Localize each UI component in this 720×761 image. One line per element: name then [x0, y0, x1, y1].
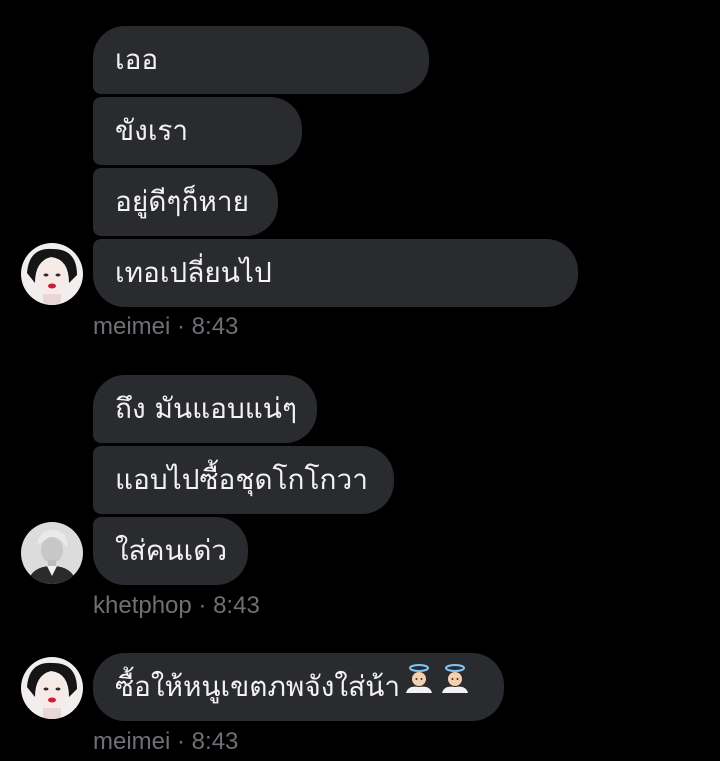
message-bubble[interactable]: ขังเรา — [93, 97, 302, 165]
message-text: ใส่คนเด่ว — [115, 534, 228, 567]
message-text: เทอเปลี่ยนไป — [115, 256, 272, 289]
angel-emoji-icon — [402, 654, 436, 722]
message-bubble[interactable]: เออ — [93, 26, 429, 94]
avatar-meimei[interactable] — [21, 657, 83, 719]
message-text: อยู่ดีๆก็หาย — [115, 185, 249, 218]
message-bubble[interactable]: แอบไปซื้อชุดโกโกวา — [93, 446, 394, 514]
message-text: แอบไปซื้อชุดโกโกวา — [115, 463, 368, 496]
message-bubble[interactable]: ซื้อให้หนูเขตภพจังใส่น้า — [93, 653, 504, 721]
message-text: ถึง มันแอบแน่ๆ — [115, 392, 297, 425]
message-meta: meimei · 8:43 — [93, 728, 239, 755]
avatar-meimei[interactable] — [21, 243, 83, 305]
message-bubble[interactable]: ถึง มันแอบแน่ๆ — [93, 375, 317, 443]
message-meta: meimei · 8:43 — [93, 313, 239, 340]
message-meta: khetphop · 8:43 — [93, 592, 260, 619]
message-bubble[interactable]: ใส่คนเด่ว — [93, 517, 248, 585]
angel-emoji-icon — [438, 654, 472, 722]
avatar-image — [21, 522, 83, 584]
message-text: เออ — [115, 43, 159, 76]
message-text: ขังเรา — [115, 114, 189, 147]
message-text: ซื้อให้หนูเขตภพจังใส่น้า — [115, 670, 401, 703]
avatar-khetphop[interactable] — [21, 522, 83, 584]
message-bubble[interactable]: อยู่ดีๆก็หาย — [93, 168, 278, 236]
avatar-image — [21, 657, 83, 719]
message-bubble[interactable]: เทอเปลี่ยนไป — [93, 239, 578, 307]
avatar-image — [21, 243, 83, 305]
